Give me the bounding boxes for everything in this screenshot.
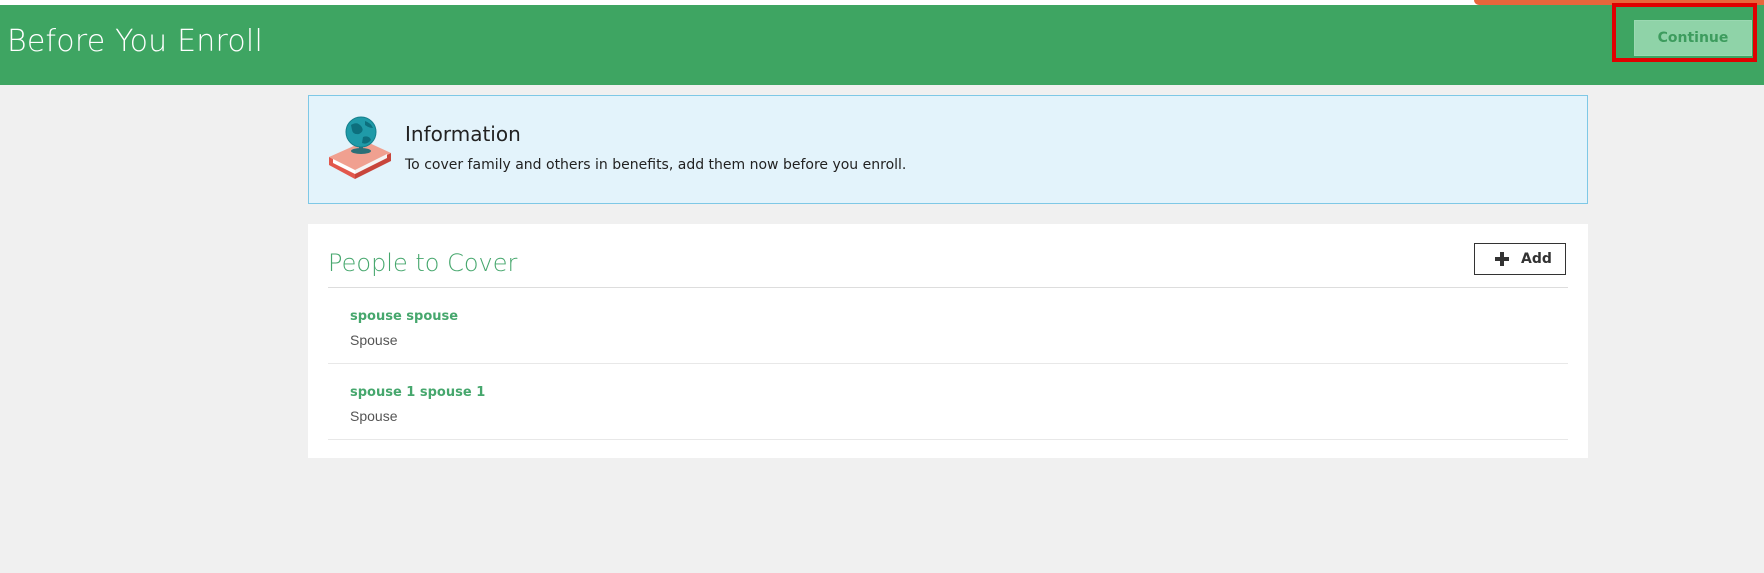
person-relation: Spouse: [350, 332, 398, 348]
continue-button[interactable]: Continue: [1634, 20, 1752, 56]
information-text: To cover family and others in benefits, …: [405, 157, 907, 173]
page-header: Before You Enroll: [0, 5, 1764, 85]
add-person-button[interactable]: Add: [1474, 243, 1566, 275]
information-banner: Information To cover family and others i…: [308, 95, 1588, 204]
person-relation: Spouse: [350, 408, 398, 424]
add-button-label: Add: [1521, 251, 1552, 267]
page-title: Before You Enroll: [7, 24, 263, 59]
information-heading: Information: [405, 122, 521, 146]
plus-icon: [1495, 252, 1509, 266]
book-globe-icon: [325, 113, 395, 183]
people-to-cover-title: People to Cover: [328, 249, 518, 277]
list-item: spouse 1 spouse 1 Spouse: [328, 364, 1568, 440]
person-name-link[interactable]: spouse spouse: [350, 308, 458, 326]
list-item: spouse spouse Spouse: [328, 288, 1568, 364]
person-name-link[interactable]: spouse 1 spouse 1: [350, 384, 485, 402]
people-to-cover-panel: People to Cover Add spouse spouse Spouse…: [308, 224, 1588, 458]
